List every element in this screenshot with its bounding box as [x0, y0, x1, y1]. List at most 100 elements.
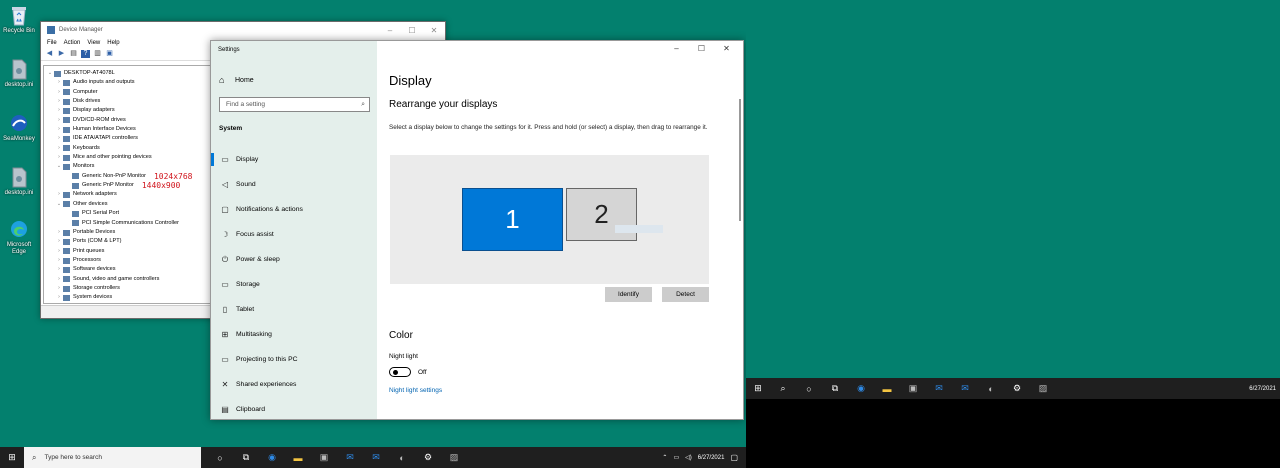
- minimize-button[interactable]: –: [379, 26, 401, 35]
- mail-icon[interactable]: ✉: [926, 383, 952, 394]
- update-icon[interactable]: ▥: [93, 50, 102, 58]
- edge-icon[interactable]: ◉: [848, 383, 874, 394]
- network-icon[interactable]: ▭: [673, 454, 679, 461]
- store-icon[interactable]: ▣: [311, 452, 337, 463]
- monitor-scan-icon[interactable]: ▣: [105, 50, 114, 58]
- nav-item-clipboard[interactable]: ▤ Clipboard: [211, 397, 377, 422]
- desktop-icon-seamonkey[interactable]: SeaMonkey: [0, 112, 38, 143]
- file-explorer-icon[interactable]: ▬: [874, 384, 900, 394]
- file-explorer-icon[interactable]: ▬: [285, 453, 311, 463]
- nav-home[interactable]: ⌂ Home: [219, 75, 254, 85]
- clock-date[interactable]: 6/27/2021: [698, 455, 725, 461]
- nav-item-multitasking[interactable]: ⊞ Multitasking: [211, 322, 377, 347]
- chevron-right-icon[interactable]: ›: [55, 293, 63, 302]
- chevron-right-icon[interactable]: ›: [55, 237, 63, 246]
- desktop-icon-recycle-bin[interactable]: Recycle Bin: [0, 4, 38, 35]
- nav-item-notifications-actions[interactable]: ▢ Notifications & actions: [211, 197, 377, 222]
- edge-icon[interactable]: ◉: [259, 452, 285, 463]
- volume-icon[interactable]: ◁): [685, 454, 692, 461]
- chevron-right-icon[interactable]: ›: [55, 97, 63, 106]
- rearrange-heading: Rearrange your displays: [389, 99, 498, 110]
- nav-item-tablet[interactable]: ▯ Tablet: [211, 297, 377, 322]
- seamonkey-icon[interactable]: ◐: [389, 453, 415, 463]
- forward-arrow-icon[interactable]: ▶: [57, 50, 66, 58]
- properties-icon[interactable]: ▤: [69, 50, 78, 58]
- back-arrow-icon[interactable]: ◀: [45, 50, 54, 58]
- chevron-right-icon[interactable]: ›: [55, 190, 63, 199]
- display-arrangement-area[interactable]: 1 2: [390, 155, 709, 284]
- chevron-right-icon[interactable]: ›: [55, 125, 63, 134]
- chevron-right-icon[interactable]: ›: [55, 116, 63, 125]
- display-2-tile[interactable]: 2: [566, 188, 637, 241]
- chevron-up-icon[interactable]: ⌃: [662, 454, 667, 461]
- detect-button[interactable]: Detect: [662, 287, 709, 302]
- desktop-icon-desktop-ini[interactable]: desktop.ini: [0, 58, 38, 89]
- close-button[interactable]: ✕: [423, 26, 445, 35]
- help-icon[interactable]: ?: [81, 50, 90, 58]
- identify-button[interactable]: Identify: [605, 287, 652, 302]
- nav-item-shared-experiences[interactable]: ✕ Shared experiences: [211, 372, 377, 397]
- chevron-right-icon[interactable]: ›: [55, 88, 63, 97]
- store-icon[interactable]: ▣: [900, 383, 926, 394]
- maximize-button[interactable]: ☐: [401, 26, 423, 35]
- search-icon[interactable]: ⌕: [770, 383, 796, 394]
- nav-item-power-sleep[interactable]: ⏻ Power & sleep: [211, 247, 377, 272]
- speaker-icon: ◁: [221, 180, 229, 189]
- desktop-icon-edge[interactable]: Microsoft Edge: [0, 218, 38, 256]
- nav-item-storage[interactable]: ▭ Storage: [211, 272, 377, 297]
- night-light-toggle[interactable]: [389, 367, 411, 377]
- multitasking-icon: ⊞: [221, 330, 229, 339]
- mail-icon[interactable]: ✉: [952, 383, 978, 394]
- tree-item-label: Generic PnP Monitor: [82, 182, 134, 189]
- desktop-icon-desktop-ini-2[interactable]: desktop.ini: [0, 166, 38, 197]
- device-manager-icon[interactable]: ▨: [441, 452, 467, 463]
- settings-gear-icon[interactable]: ⚙: [1004, 383, 1030, 394]
- device-manager-titlebar[interactable]: Device Manager – ☐ ✕: [41, 22, 445, 38]
- chevron-right-icon[interactable]: ›: [55, 134, 63, 143]
- menu-file[interactable]: File: [47, 40, 57, 46]
- settings-window-title: Settings: [218, 47, 240, 53]
- chevron-right-icon[interactable]: ›: [55, 247, 63, 256]
- chevron-down-icon[interactable]: ⌄: [46, 69, 54, 78]
- chevron-right-icon[interactable]: ›: [55, 265, 63, 274]
- desktop-icon-label: SeaMonkey: [3, 136, 35, 142]
- cortana-icon[interactable]: ○: [796, 384, 822, 394]
- chevron-right-icon[interactable]: ›: [55, 275, 63, 284]
- nav-item-sound[interactable]: ◁ Sound: [211, 172, 377, 197]
- cortana-icon[interactable]: ○: [207, 453, 233, 463]
- menu-help[interactable]: Help: [107, 40, 119, 46]
- display-1-tile[interactable]: 1: [462, 188, 563, 251]
- menu-action[interactable]: Action: [64, 40, 81, 46]
- nav-item-projecting-to-this-pc[interactable]: ▭ Projecting to this PC: [211, 347, 377, 372]
- find-setting-input[interactable]: Find a setting ⌕: [219, 97, 370, 112]
- notification-center-icon[interactable]: ▢: [730, 453, 738, 462]
- chevron-right-icon[interactable]: ›: [55, 153, 63, 162]
- nav-item-display[interactable]: ▭ Display: [211, 147, 377, 172]
- content-scrollbar[interactable]: [739, 99, 741, 221]
- chevron-right-icon[interactable]: ›: [55, 78, 63, 87]
- settings-window[interactable]: Settings ⌂ Home Find a setting ⌕ System …: [210, 40, 744, 420]
- mail-icon[interactable]: ✉: [363, 452, 389, 463]
- task-view-icon[interactable]: ⧉: [233, 452, 259, 463]
- settings-gear-icon[interactable]: ⚙: [415, 452, 441, 463]
- device-manager-icon[interactable]: ▨: [1030, 383, 1056, 394]
- seamonkey-icon[interactable]: ◐: [978, 384, 1004, 394]
- windows-start-icon[interactable]: ⊞: [0, 452, 24, 463]
- night-light-settings-link[interactable]: Night light settings: [389, 387, 442, 394]
- task-view-icon[interactable]: ⧉: [822, 383, 848, 394]
- chevron-down-icon[interactable]: ⌄: [55, 200, 63, 209]
- file-icon: [9, 58, 29, 80]
- chevron-right-icon[interactable]: ›: [55, 284, 63, 293]
- chevron-down-icon[interactable]: ⌄: [55, 162, 63, 171]
- chevron-right-icon[interactable]: ›: [55, 228, 63, 237]
- chevron-right-icon[interactable]: ›: [55, 106, 63, 115]
- menu-view[interactable]: View: [87, 40, 100, 46]
- taskbar-search-box[interactable]: ⌕ Type here to search: [24, 447, 201, 468]
- chevron-right-icon[interactable]: ›: [55, 144, 63, 153]
- nav-item-label: Clipboard: [236, 406, 266, 413]
- windows-start-icon[interactable]: ⊞: [746, 383, 770, 394]
- nav-item-focus-assist[interactable]: ☽ Focus assist: [211, 222, 377, 247]
- chevron-right-icon[interactable]: ›: [55, 256, 63, 265]
- mail-icon[interactable]: ✉: [337, 452, 363, 463]
- clock-date[interactable]: 6/27/2021: [1249, 386, 1276, 392]
